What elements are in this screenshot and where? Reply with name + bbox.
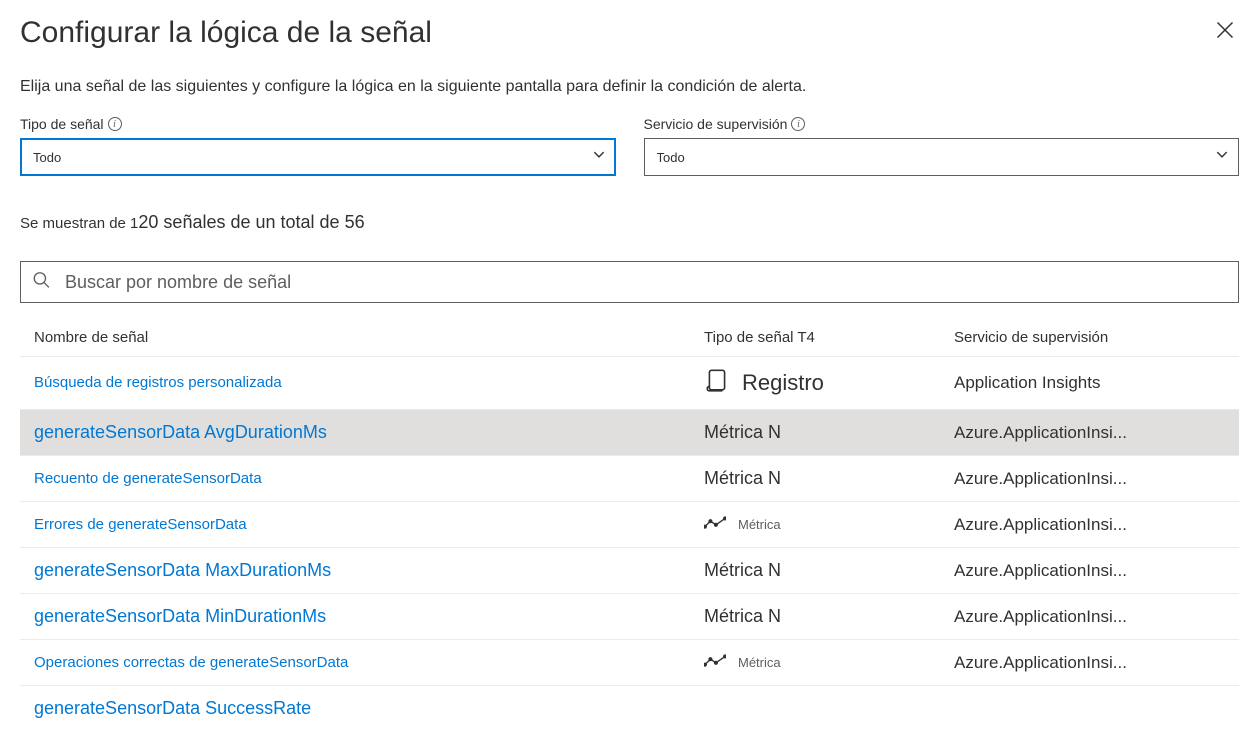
info-icon[interactable]: i [108,117,122,131]
table-row[interactable]: Búsqueda de registros personalizada Regis… [20,356,1239,409]
search-input[interactable] [20,261,1239,303]
signal-type-cell: Métrica N [704,606,954,627]
service-cell: Azure.ApplicationInsi... [954,515,1225,535]
col-header-type[interactable]: Tipo de señal T4 [704,329,954,346]
signal-link[interactable]: Operaciones correctas de generateSensorD… [34,654,348,671]
service-cell: Application Insights [954,373,1225,393]
table-row[interactable]: generateSensorData MinDurationMs Métrica … [20,593,1239,639]
signal-type-cell: Métrica [704,514,954,535]
table-row[interactable]: generateSensorData SuccessRate [20,685,1239,731]
signal-type-select-wrap [20,138,616,176]
close-button[interactable] [1211,16,1239,47]
signal-link[interactable]: Búsqueda de registros personalizada [34,374,282,391]
table-row[interactable]: Errores de generateSensorData MétricaAzur… [20,501,1239,547]
log-icon [704,367,730,399]
signal-link[interactable]: Recuento de generateSensorData [34,470,262,487]
table-header: Nombre de señal Tipo de señal T4 Servici… [20,319,1239,356]
monitor-service-select-wrap [644,138,1240,176]
signal-link[interactable]: Errores de generateSensorData [34,516,247,533]
service-cell: Azure.ApplicationInsi... [954,423,1225,443]
signal-link[interactable]: generateSensorData MaxDurationMs [34,560,331,580]
signal-type-cell: Registro [704,367,954,399]
signal-type-cell: Métrica [704,652,954,673]
signal-type-cell: Métrica N [704,422,954,443]
filter-monitor-service-label: Servicio de supervisión i [644,116,1240,132]
filter-signal-type: Tipo de señal i [20,116,616,176]
signal-link[interactable]: generateSensorData AvgDurationMs [34,422,327,442]
table-row[interactable]: generateSensorData MaxDurationMs Métrica … [20,547,1239,593]
search-wrap [20,261,1239,303]
col-header-service[interactable]: Servicio de supervisión [954,329,1225,346]
service-cell: Azure.ApplicationInsi... [954,653,1225,673]
filter-monitor-service: Servicio de supervisión i [644,116,1240,176]
metric-icon [704,652,726,673]
signals-table: Nombre de señal Tipo de señal T4 Servici… [20,319,1239,731]
table-row[interactable]: generateSensorData AvgDurationMs Métrica … [20,409,1239,455]
table-row[interactable]: Operaciones correctas de generateSensorD… [20,639,1239,685]
results-count: Se muestran de 120 señales de un total d… [20,212,1239,233]
service-cell: Azure.ApplicationInsi... [954,607,1225,627]
filters-row: Tipo de señal i Servicio de supervisión … [20,116,1239,176]
signal-type-cell: Métrica N [704,560,954,581]
page-title: Configurar la lógica de la señal [20,16,432,50]
signal-link[interactable]: generateSensorData SuccessRate [34,698,311,718]
table-body: Búsqueda de registros personalizada Regis… [20,356,1239,731]
signal-type-cell: Métrica N [704,468,954,489]
signal-type-select[interactable] [20,138,616,176]
panel-subtitle: Elija una señal de las siguientes y conf… [20,78,1239,96]
monitor-service-select[interactable] [644,138,1240,176]
search-icon [32,271,50,294]
info-icon[interactable]: i [791,117,805,131]
close-icon [1215,20,1235,43]
panel-header: Configurar la lógica de la señal [20,16,1239,50]
signal-link[interactable]: generateSensorData MinDurationMs [34,606,326,626]
metric-icon [704,514,726,535]
filter-signal-type-label: Tipo de señal i [20,116,616,132]
col-header-name[interactable]: Nombre de señal [34,329,704,346]
table-row[interactable]: Recuento de generateSensorData Métrica NA… [20,455,1239,501]
service-cell: Azure.ApplicationInsi... [954,469,1225,489]
service-cell: Azure.ApplicationInsi... [954,561,1225,581]
